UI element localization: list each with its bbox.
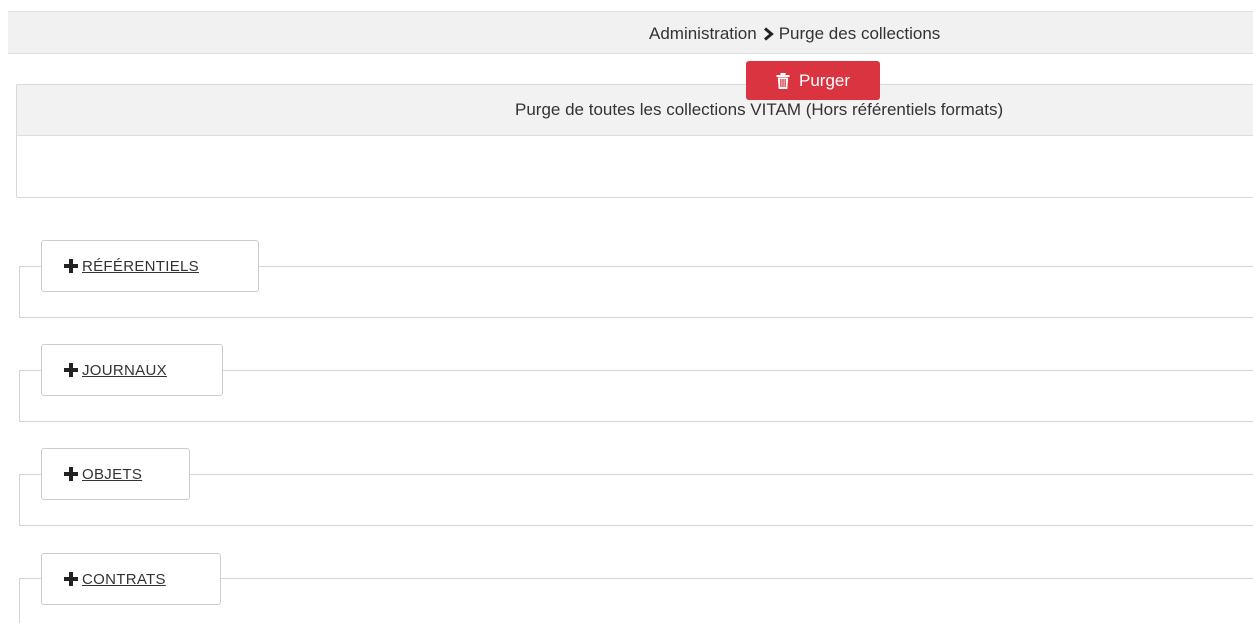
plus-icon: [64, 363, 78, 377]
section-objets: [19, 474, 1253, 526]
plus-icon: [64, 259, 78, 273]
section-label: CONTRATS: [82, 570, 166, 588]
breadcrumb-parent[interactable]: Administration: [649, 24, 757, 44]
plus-icon: [64, 467, 78, 481]
toggle-objets-button[interactable]: OBJETS: [41, 448, 190, 500]
toggle-referentiels-button[interactable]: RÉFÉRENTIELS: [41, 240, 259, 292]
purge-panel-header: Purge de toutes les collections VITAM (H…: [17, 85, 1253, 136]
purge-button[interactable]: Purger: [746, 61, 880, 100]
purge-panel: Purge de toutes les collections VITAM (H…: [16, 84, 1253, 198]
plus-icon: [64, 572, 78, 586]
section-label: RÉFÉRENTIELS: [82, 257, 199, 275]
purge-button-label: Purger: [798, 70, 851, 90]
breadcrumb-current: Purge des collections: [778, 24, 941, 43]
section-label: OBJETS: [82, 465, 143, 483]
breadcrumb: Administration Purge des collections: [649, 24, 940, 44]
trash-icon: [776, 72, 790, 89]
chevron-right-icon: [763, 27, 774, 41]
breadcrumb-bar: Administration Purge des collections: [8, 11, 1253, 54]
toggle-journaux-button[interactable]: JOURNAUX: [41, 344, 223, 396]
section-label: JOURNAUX: [82, 361, 167, 379]
purge-panel-title: Purge de toutes les collections VITAM (H…: [515, 100, 1004, 119]
toggle-contrats-button[interactable]: CONTRATS: [41, 553, 221, 605]
